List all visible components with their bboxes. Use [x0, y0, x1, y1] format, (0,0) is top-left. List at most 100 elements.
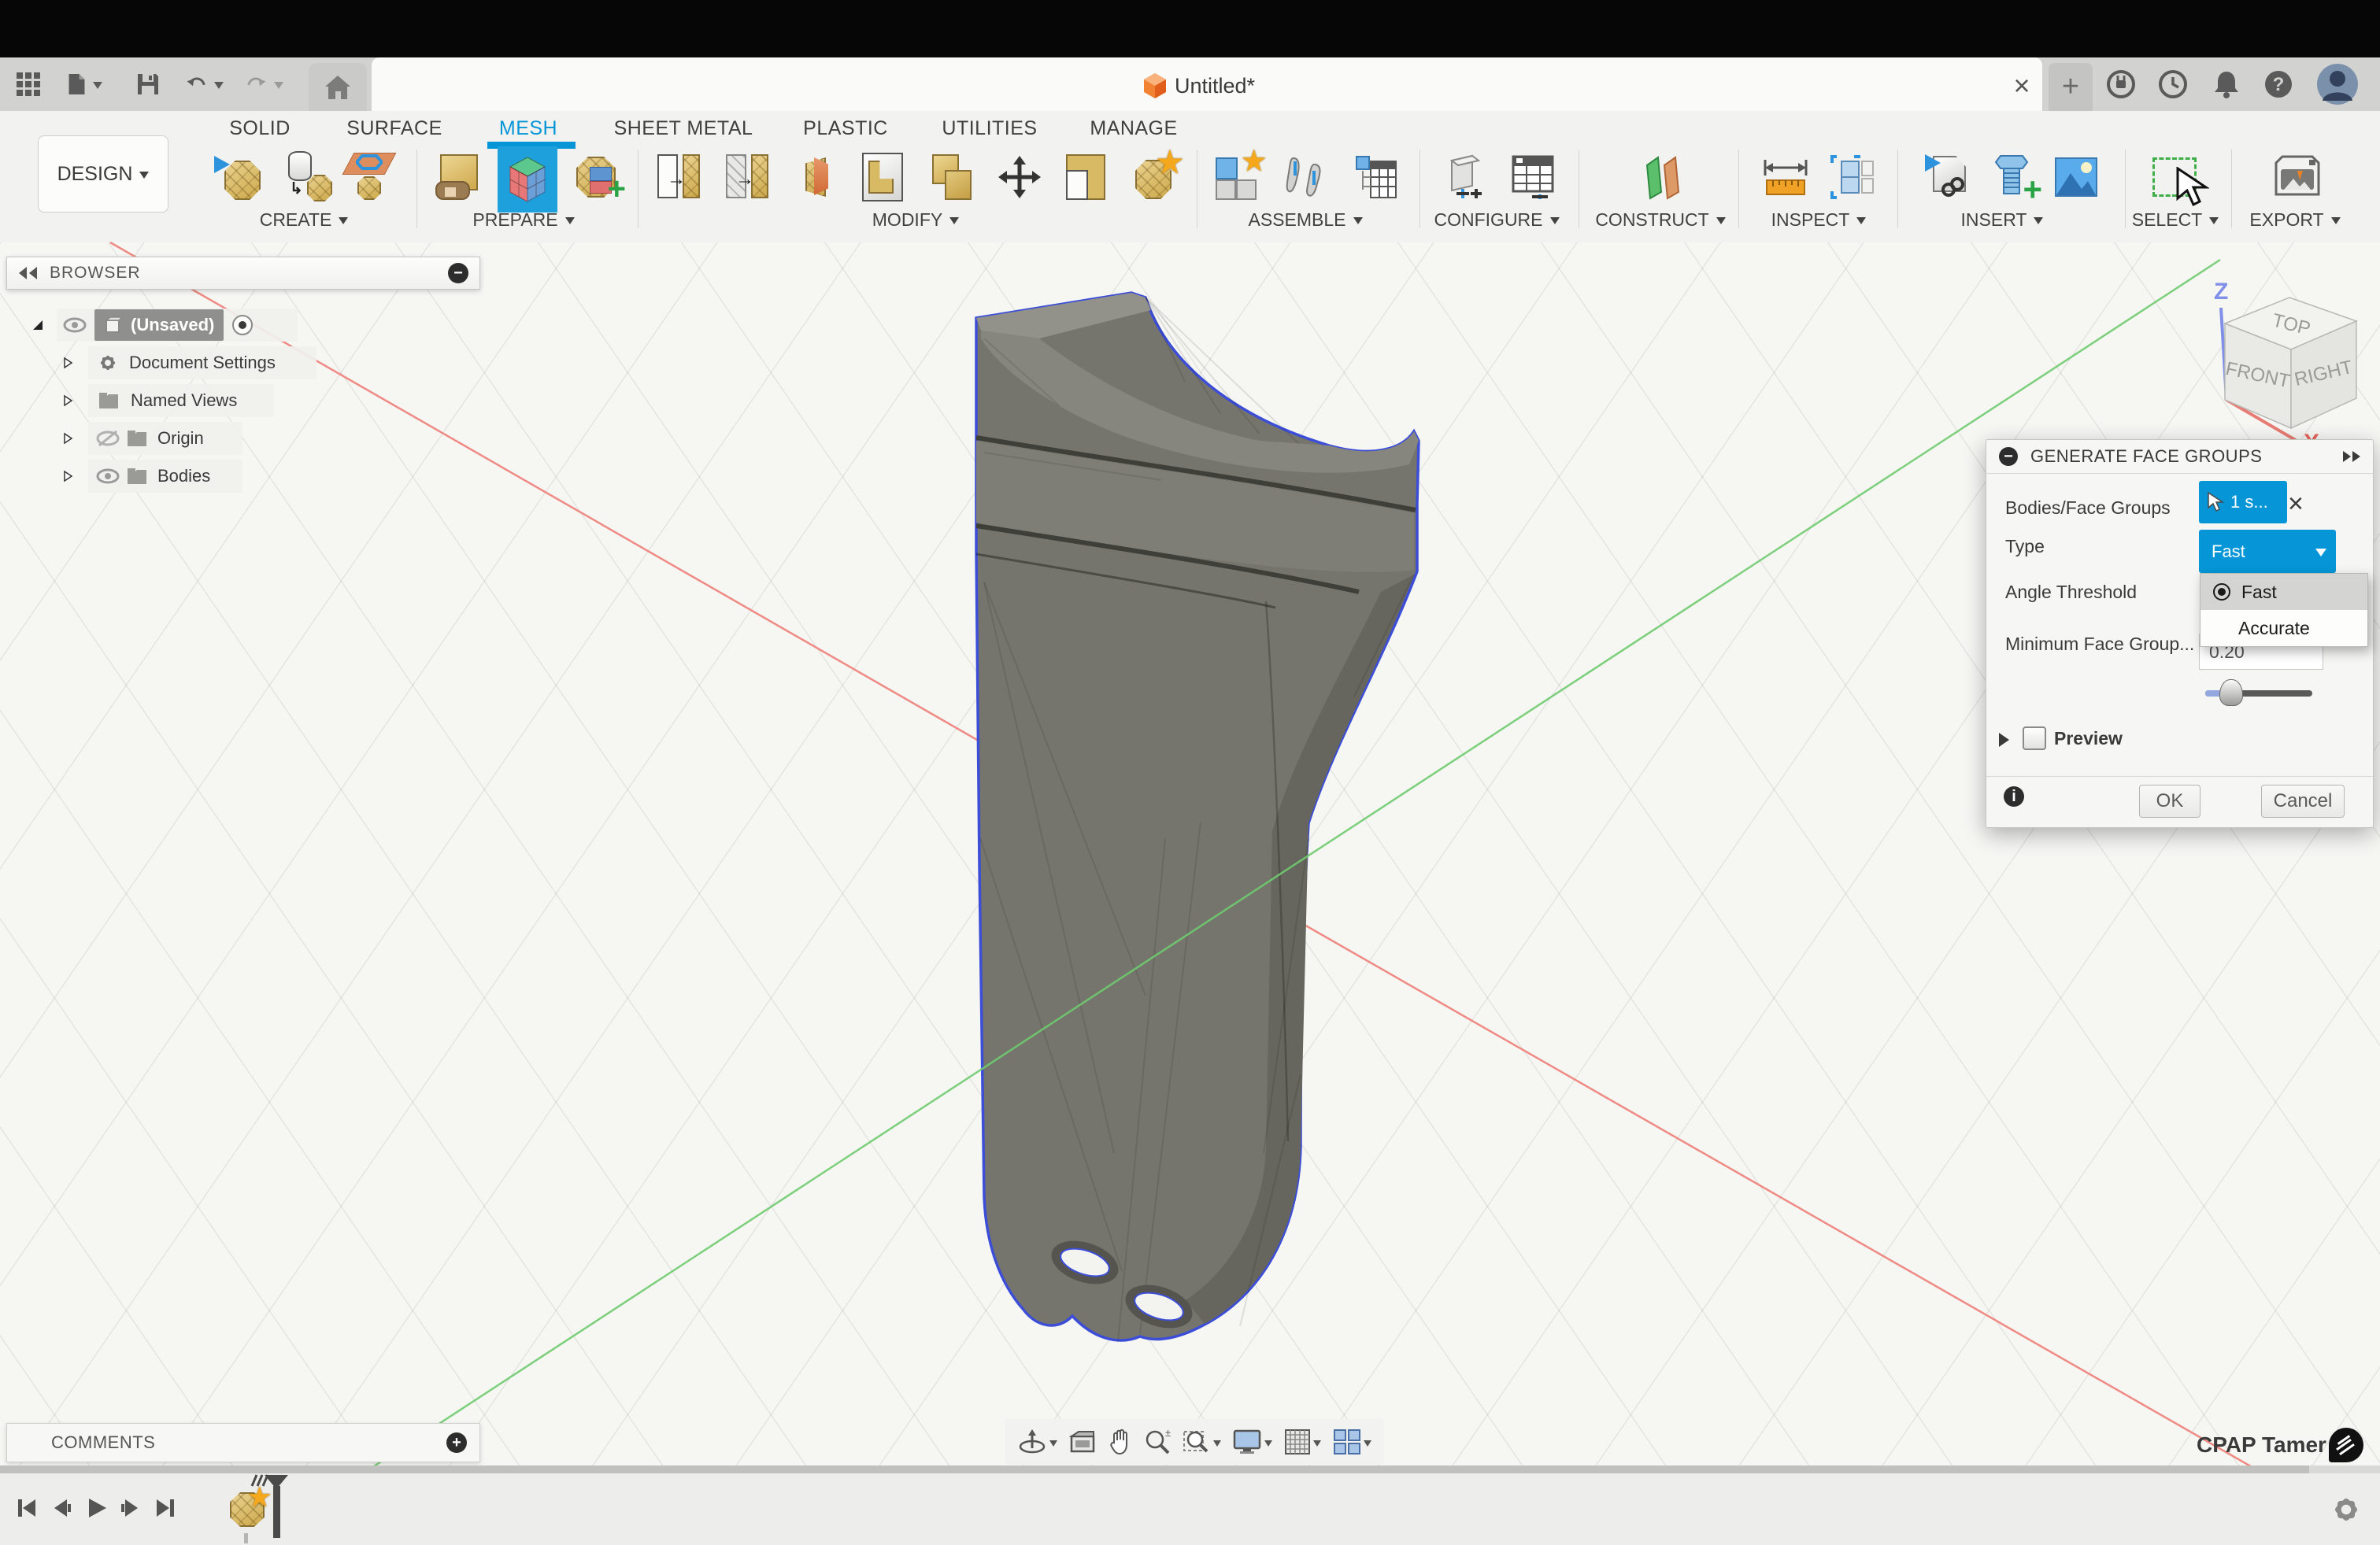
group-prepare[interactable]: PREPARE — [461, 208, 587, 231]
selection-button[interactable]: 1 s... — [2199, 481, 2287, 523]
group-insert[interactable]: INSERT — [1939, 208, 2065, 231]
timeline-settings-gear-icon[interactable] — [2332, 1495, 2360, 1528]
section-analysis-icon[interactable] — [1829, 153, 1876, 201]
group-modify[interactable]: MODIFY — [853, 208, 979, 231]
create-mesh-section-icon[interactable]: ↳ — [285, 151, 332, 201]
info-icon[interactable]: i — [2004, 786, 2024, 807]
expander-closed-icon[interactable] — [61, 432, 74, 445]
tree-row-root[interactable]: (Unsaved) — [57, 309, 298, 342]
tree-row-origin[interactable]: Origin — [88, 422, 242, 455]
grid-display-icon[interactable] — [1284, 1429, 1322, 1455]
combine-icon[interactable] — [929, 153, 976, 201]
tab-manage[interactable]: MANAGE — [1055, 115, 1212, 142]
timeline-scrollbar-thumb[interactable] — [0, 1466, 2309, 1473]
tree-row-document-settings[interactable]: Document Settings — [88, 346, 316, 379]
configuration-table-icon[interactable] — [1510, 153, 1557, 201]
home-tab[interactable] — [309, 63, 367, 111]
workspace-switcher[interactable]: DESIGN — [38, 135, 168, 213]
group-export[interactable]: EXPORT — [2232, 208, 2358, 231]
group-inspect[interactable]: INSPECT — [1756, 208, 1882, 231]
panel-options-icon[interactable]: − — [448, 263, 468, 283]
joint-icon[interactable] — [1283, 153, 1330, 201]
help-icon[interactable]: ? — [2261, 57, 2296, 111]
replace-face-icon[interactable] — [1061, 153, 1109, 201]
close-tab-icon[interactable]: × — [2006, 69, 2038, 102]
measure-icon[interactable] — [1762, 153, 1809, 201]
group-assemble[interactable]: ASSEMBLE — [1242, 208, 1368, 231]
face-groups-add-icon[interactable]: + — [572, 153, 626, 205]
mesh-body-model[interactable] — [957, 287, 1429, 1358]
cancel-button[interactable]: Cancel — [2261, 785, 2345, 818]
viewports-icon[interactable] — [1333, 1429, 1371, 1455]
new-tab-icon[interactable]: + — [2049, 63, 2093, 111]
redo-icon[interactable] — [246, 57, 283, 111]
slider-thumb[interactable] — [2219, 679, 2243, 706]
display-settings-icon[interactable] — [1232, 1429, 1273, 1455]
step-back-icon[interactable] — [44, 1492, 79, 1524]
new-component-icon[interactable]: ★ — [1214, 148, 1266, 201]
tree-row-bodies[interactable]: Bodies — [88, 460, 242, 493]
expander-open-icon[interactable] — [31, 319, 44, 331]
pan-hand-icon[interactable] — [1108, 1429, 1133, 1455]
browser-panel-header[interactable]: BROWSER − — [6, 257, 480, 290]
save-icon[interactable] — [132, 57, 164, 111]
visibility-eye-icon[interactable] — [63, 317, 87, 333]
recent-files-icon[interactable] — [2156, 57, 2190, 111]
reduce-icon[interactable]: → — [724, 153, 772, 201]
add-comment-icon[interactable]: + — [446, 1432, 467, 1453]
viewcube[interactable]: Z X TOP FRONT RIGHT — [2193, 264, 2373, 452]
zoom-window-icon[interactable] — [1183, 1429, 1221, 1455]
insert-derive-icon[interactable] — [1920, 153, 1967, 201]
collapse-panel-icon[interactable] — [18, 265, 39, 281]
expander-closed-icon[interactable] — [61, 357, 74, 369]
dock-panel-icon[interactable] — [2341, 449, 2362, 464]
file-menu-icon[interactable] — [68, 57, 102, 111]
configuration-icon[interactable] — [1439, 153, 1486, 201]
extensions-icon[interactable] — [2104, 57, 2138, 111]
group-construct[interactable]: CONSTRUCT — [1595, 208, 1726, 231]
selected-node-chip[interactable]: (Unsaved) — [94, 309, 224, 341]
tab-plastic[interactable]: PLASTIC — [767, 115, 924, 142]
notifications-bell-icon[interactable] — [2209, 57, 2244, 111]
go-to-end-icon[interactable] — [148, 1492, 183, 1524]
dialog-drag-icon[interactable]: − — [1999, 447, 2018, 466]
step-forward-icon[interactable] — [113, 1492, 148, 1524]
export-3d-print-icon[interactable] — [2274, 153, 2321, 201]
undo-icon[interactable] — [186, 57, 224, 111]
construct-plane-icon[interactable] — [1639, 153, 1686, 201]
play-icon[interactable] — [79, 1492, 113, 1524]
clear-selection-icon[interactable]: × — [2288, 489, 2304, 519]
expander-closed-icon[interactable] — [61, 470, 74, 482]
group-select[interactable]: SELECT — [2112, 208, 2238, 231]
convert-mesh-icon[interactable]: ★ — [1130, 148, 1183, 201]
expander-closed-icon[interactable] — [61, 394, 74, 407]
comments-bar[interactable]: COMMENTS + — [6, 1423, 480, 1462]
expand-preview-icon[interactable] — [1999, 733, 2016, 747]
move-copy-icon[interactable] — [996, 153, 1043, 201]
app-grid-icon[interactable] — [11, 57, 46, 111]
visibility-off-icon[interactable] — [96, 430, 120, 447]
tree-row-named-views[interactable]: Named Views — [88, 384, 274, 417]
timeline-mesh-feature[interactable]: ★ — [230, 1484, 271, 1527]
joint-origin-table-icon[interactable] — [1353, 153, 1400, 201]
insert-mesh-icon[interactable] — [214, 153, 266, 201]
dialog-header[interactable]: − GENERATE FACE GROUPS — [1986, 440, 2373, 474]
remesh-icon[interactable]: → — [656, 153, 703, 201]
dropdown-option-fast[interactable]: Fast — [2200, 574, 2367, 610]
go-to-start-icon[interactable] — [9, 1492, 44, 1524]
tab-utilities[interactable]: UTILITIES — [911, 115, 1068, 142]
orbit-icon[interactable] — [1017, 1428, 1058, 1456]
look-at-icon[interactable] — [1068, 1430, 1096, 1454]
tab-mesh[interactable]: MESH — [450, 115, 607, 142]
type-select[interactable]: Fast — [2199, 530, 2336, 573]
dropdown-option-accurate[interactable]: Accurate — [2200, 610, 2367, 646]
tab-sheet-metal[interactable]: SHEET METAL — [589, 115, 778, 142]
generate-face-groups-tool-active[interactable] — [498, 146, 557, 213]
visibility-eye-icon[interactable] — [96, 468, 120, 485]
repair-mesh-icon[interactable] — [435, 153, 483, 201]
avatar[interactable] — [2316, 63, 2359, 109]
ok-button[interactable]: OK — [2139, 785, 2200, 818]
insert-fastener-icon[interactable]: + — [1989, 153, 2042, 206]
timeline-playhead[interactable] — [273, 1486, 280, 1538]
user-logo[interactable] — [2329, 1428, 2363, 1462]
